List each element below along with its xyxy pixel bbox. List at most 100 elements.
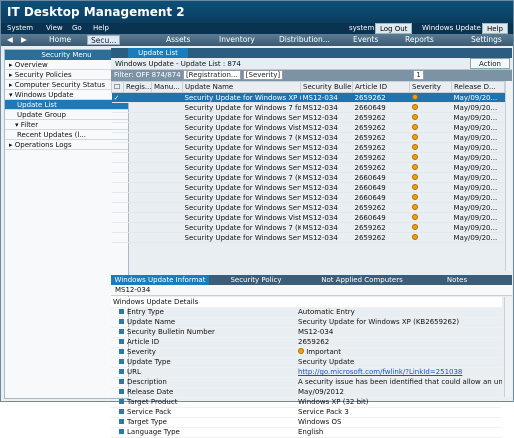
- cell-date: May/09/20...: [451, 212, 505, 223]
- menu-go[interactable]: Go: [72, 24, 82, 32]
- nav-events[interactable]: Events: [353, 35, 378, 45]
- row-checkbox[interactable]: [111, 162, 124, 173]
- col-release-date[interactable]: Release D...: [451, 81, 505, 93]
- page-number[interactable]: 1: [413, 70, 424, 80]
- row-checkbox[interactable]: [111, 172, 124, 183]
- severity-icon: [409, 92, 452, 103]
- table-row[interactable]: Security Update for Windows Serve...MS12…: [111, 152, 505, 163]
- row-checkbox[interactable]: [111, 212, 124, 223]
- field-label: Update Type: [127, 358, 171, 366]
- row-checkbox[interactable]: [111, 122, 124, 133]
- cell-date: May/09/20...: [451, 142, 505, 153]
- row-checkbox[interactable]: [111, 202, 124, 213]
- tab-not-applied-computers[interactable]: Not Applied Computers: [307, 275, 417, 285]
- menu-recent-updates[interactable]: Recent Updates (l...: [5, 130, 128, 140]
- table-row[interactable]: ✓ Security Update for Windows XP (K...MS1…: [111, 92, 505, 103]
- menu-overview[interactable]: ▸ Overview: [5, 60, 128, 70]
- nav-settings[interactable]: Settings: [471, 35, 502, 45]
- cell-update-name: Security Update for Windows Serve...: [182, 112, 301, 123]
- col-article-id[interactable]: Article ID: [352, 81, 410, 93]
- nav-inventory[interactable]: Inventory: [219, 35, 255, 45]
- detail-scrollbar[interactable]: [504, 297, 512, 397]
- tab-windows-update-info[interactable]: Windows Update Informat: [111, 275, 209, 285]
- menu-computer-security-status[interactable]: ▸ Computer Security Status: [5, 80, 128, 90]
- col-update-name[interactable]: Update Name: [182, 81, 301, 93]
- nav-distribution[interactable]: Distribution...: [279, 35, 330, 45]
- menu-windows-update[interactable]: ▾ Windows Update: [5, 90, 128, 100]
- table-row[interactable]: Security Update for Windows Serve...MS12…: [111, 162, 505, 173]
- row-checkbox[interactable]: [111, 192, 124, 203]
- table-row[interactable]: Security Update for Windows Serve...MS12…: [111, 192, 505, 203]
- tab-update-list[interactable]: Update List: [128, 48, 188, 58]
- table-row[interactable]: Security Update for Windows 7 (KB...MS12…: [111, 132, 505, 143]
- table-row[interactable]: Security Update for Windows 7 (KB...MS12…: [111, 222, 505, 233]
- row-checkbox[interactable]: [111, 222, 124, 233]
- tab-security-policy[interactable]: Security Policy: [221, 275, 291, 285]
- row-checkbox[interactable]: [111, 152, 124, 163]
- cell: [123, 232, 152, 243]
- cell: [151, 192, 183, 203]
- logout-button[interactable]: Log Out: [375, 23, 413, 34]
- field-value: Security Update for Windows XP (KB265926…: [296, 317, 503, 328]
- table-row[interactable]: Security Update for Windows Vista ...MS1…: [111, 212, 505, 223]
- menu-security-policies[interactable]: ▸ Security Policies: [5, 70, 128, 80]
- row-checkbox[interactable]: [111, 132, 124, 143]
- back-icon[interactable]: ◀: [7, 35, 13, 45]
- cell-article: 2660649: [352, 212, 410, 223]
- cell-bulletin: MS12-034: [300, 172, 353, 183]
- action-button[interactable]: Action: [470, 58, 510, 69]
- field-label: URL: [127, 368, 141, 376]
- row-checkbox[interactable]: [111, 182, 124, 193]
- detail-row: Release Date May/09/2012: [111, 387, 503, 398]
- field-value: English: [296, 427, 503, 438]
- row-checkbox[interactable]: [111, 112, 124, 123]
- menu-windows-update-label: Windows Update: [14, 91, 74, 99]
- tab-notes[interactable]: Notes: [427, 275, 487, 285]
- severity-icon: [409, 192, 452, 203]
- cell-date: May/09/20...: [451, 162, 505, 173]
- menu-computer-security-status-label: Computer Security Status: [14, 81, 106, 89]
- row-checkbox[interactable]: [111, 142, 124, 153]
- row-checkbox[interactable]: [111, 232, 124, 243]
- filter-state[interactable]: OFF: [136, 71, 150, 79]
- cell: [123, 142, 152, 153]
- col-registration[interactable]: Regis...: [123, 81, 152, 93]
- list-scrollbar[interactable]: [505, 81, 512, 271]
- table-row[interactable]: Security Update for Windows Serve...MS12…: [111, 202, 505, 213]
- menu-system[interactable]: System: [7, 24, 33, 32]
- menu-update-group[interactable]: Update Group: [5, 110, 128, 120]
- nav-assets[interactable]: Assets: [166, 35, 190, 45]
- registration-filter[interactable]: [Registration...: [182, 70, 241, 80]
- table-row[interactable]: Security Update for Windows Serve...MS12…: [111, 112, 505, 123]
- nav-reports[interactable]: Reports: [405, 35, 434, 45]
- table-header: ☐ Regis... Manu... Update Name Security …: [111, 81, 505, 93]
- table-row[interactable]: Security Update for Windows Serve...MS12…: [111, 142, 505, 153]
- forward-icon[interactable]: ▶: [21, 35, 27, 45]
- help-button[interactable]: Help: [482, 23, 508, 34]
- col-bulletin[interactable]: Security Bulle...: [300, 81, 353, 93]
- field-label: Release Date: [127, 388, 174, 396]
- menu-update-list[interactable]: Update List: [5, 100, 128, 110]
- table-row[interactable]: Security Update for Windows 7 (KB...MS12…: [111, 172, 505, 183]
- severity-filter[interactable]: [Severity]: [242, 70, 284, 80]
- menu-filter[interactable]: ▾ Filter: [5, 120, 128, 130]
- row-checkbox[interactable]: [111, 102, 124, 113]
- nav-home[interactable]: Home: [49, 35, 71, 45]
- detail-tabs: Windows Update Informat Security Policy …: [111, 275, 512, 285]
- nav-security[interactable]: Secu...: [87, 35, 121, 45]
- cell-bulletin: MS12-034: [300, 182, 353, 193]
- table-row[interactable]: Security Update for Windows Serve...MS12…: [111, 232, 505, 243]
- table-row[interactable]: Security Update for Windows 7 for ...MS1…: [111, 102, 505, 113]
- row-checkbox[interactable]: ✓: [111, 92, 124, 103]
- severity-value-cell: Important: [296, 347, 503, 358]
- col-severity[interactable]: Severity: [409, 81, 452, 93]
- cell-article: 2660649: [352, 182, 410, 193]
- menu-view[interactable]: View: [46, 24, 63, 32]
- select-all-checkbox[interactable]: ☐: [111, 81, 124, 93]
- url-link[interactable]: http://go.microsoft.com/fwlink/?LinkId=2…: [296, 367, 503, 378]
- menu-operations-logs[interactable]: ▸ Operations Logs: [5, 140, 128, 150]
- col-manufacturer[interactable]: Manu...: [151, 81, 183, 93]
- table-row[interactable]: Security Update for Windows Vista ...MS1…: [111, 122, 505, 133]
- menu-help[interactable]: Help: [93, 24, 109, 32]
- table-row[interactable]: Security Update for Windows Serve...MS12…: [111, 182, 505, 193]
